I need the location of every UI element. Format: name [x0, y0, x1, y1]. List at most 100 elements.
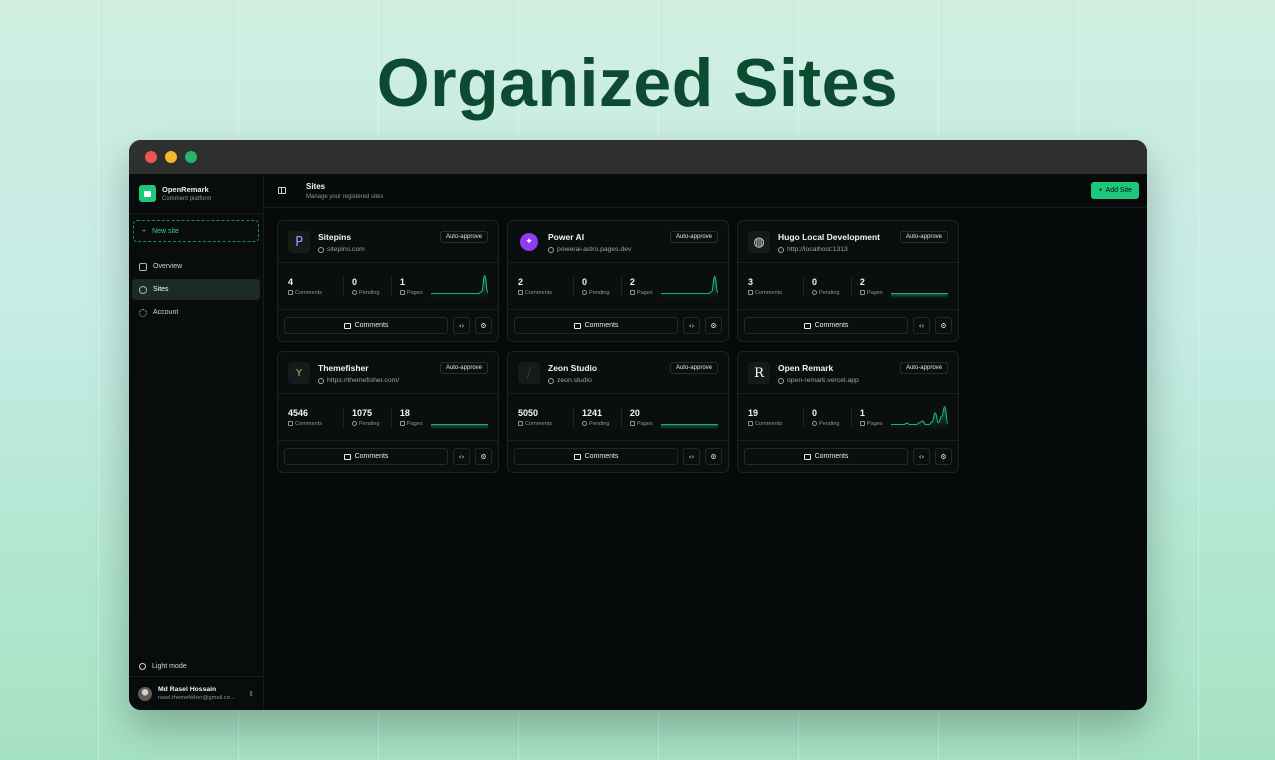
comments-button[interactable]: Comments — [514, 317, 678, 334]
site-name: Zeon Studio — [548, 363, 598, 373]
sidebar-item-label: Sites — [153, 286, 169, 293]
pages-count: 2 — [629, 276, 635, 287]
globe-icon — [778, 377, 784, 384]
embed-code-button[interactable]: ‹› — [913, 317, 930, 334]
brand-name: OpenRemark — [162, 185, 209, 194]
site-settings-button[interactable]: ⚙ — [475, 448, 492, 465]
comment-icon — [573, 322, 581, 329]
site-url: zeon.studio — [557, 377, 592, 384]
comment-icon — [803, 322, 811, 329]
pages-label: Pages — [406, 420, 423, 427]
site-url: http://localhost:1313 — [787, 246, 848, 253]
pages-label: Pages — [866, 420, 883, 427]
site-card: Y Themefisher https://themefisher.com/ A… — [277, 351, 499, 473]
site-name: Open Remark — [778, 363, 834, 373]
site-settings-button[interactable]: ⚙ — [705, 317, 722, 334]
activity-sparkline — [431, 275, 488, 299]
code-icon: ‹› — [918, 452, 925, 461]
sites-grid: P Sitepins sitepins.com Auto-approve 4 Co… — [277, 220, 959, 473]
comments-button[interactable]: Comments — [284, 317, 448, 334]
page-icon — [859, 290, 865, 295]
new-site-button[interactable]: + New site — [133, 220, 259, 242]
embed-code-button[interactable]: ‹› — [453, 317, 470, 334]
comment-icon — [518, 290, 523, 295]
pending-count: 1075 — [351, 407, 373, 418]
add-site-label: Add Site — [1105, 187, 1132, 194]
sidebar-item-label: Account — [153, 309, 179, 316]
embed-code-button[interactable]: ‹› — [913, 448, 930, 465]
comments-button[interactable]: Comments — [744, 317, 908, 334]
comment-icon — [748, 421, 753, 426]
brand[interactable]: OpenRemark Comment platform — [129, 174, 263, 214]
sidebar-item-account[interactable]: Account — [132, 302, 260, 323]
clock-icon — [351, 421, 357, 426]
auto-approve-badge: Auto-approve — [899, 362, 948, 374]
embed-code-button[interactable]: ‹› — [683, 448, 700, 465]
sidebar: OpenRemark Comment platform + New site O… — [129, 174, 264, 710]
site-settings-button[interactable]: ⚙ — [475, 317, 492, 334]
comments-count: 3 — [748, 276, 754, 287]
embed-code-button[interactable]: ‹› — [683, 317, 700, 334]
comments-button[interactable]: Comments — [744, 448, 908, 465]
pending-label: Pending — [818, 289, 840, 296]
comments-label: Comments — [295, 420, 323, 427]
pending-label: Pending — [358, 420, 380, 427]
auto-approve-badge: Auto-approve — [439, 362, 488, 374]
globe-icon — [778, 246, 784, 253]
main-content: Sites Manage your registered sites + Add… — [264, 174, 1147, 710]
pending-count: 0 — [811, 276, 817, 287]
gear-icon: ⚙ — [480, 452, 487, 461]
sparkline-line — [891, 406, 948, 426]
user-menu[interactable]: Md Rasel Hossain rasel.themefisher@gmail… — [129, 676, 263, 710]
sun-icon — [139, 663, 146, 670]
user-email: rasel.themefisher@gmail.co... — [158, 695, 235, 701]
sparkline-line — [431, 275, 488, 295]
site-url: https://themefisher.com/ — [327, 377, 400, 384]
close-window-button[interactable] — [145, 151, 157, 163]
minimize-window-button[interactable] — [165, 151, 177, 163]
chevron-up-down-icon: ⇕ — [248, 690, 254, 698]
auto-approve-badge: Auto-approve — [899, 231, 948, 243]
site-settings-button[interactable]: ⚙ — [935, 317, 952, 334]
sparkline-area — [661, 424, 718, 430]
maximize-window-button[interactable] — [185, 151, 197, 163]
globe-icon — [318, 377, 324, 384]
activity-sparkline — [661, 424, 718, 430]
pending-count: 0 — [351, 276, 357, 287]
sidebar-item-label: Overview — [153, 263, 183, 270]
site-settings-button[interactable]: ⚙ — [935, 448, 952, 465]
comments-button[interactable]: Comments — [284, 448, 448, 465]
comments-label: Comments — [525, 289, 553, 296]
brand-logo-icon — [139, 185, 156, 202]
pending-label: Pending — [818, 420, 840, 427]
page-icon — [859, 421, 865, 426]
light-mode-toggle[interactable]: Light mode — [139, 663, 187, 670]
site-url: sitepins.com — [327, 246, 365, 253]
pages-count: 20 — [629, 407, 640, 418]
add-site-button[interactable]: + Add Site — [1091, 182, 1139, 199]
comments-button-label: Comments — [354, 322, 389, 329]
user-name: Md Rasel Hossain — [158, 686, 217, 693]
sidebar-item-overview[interactable]: Overview — [132, 256, 260, 277]
pending-label: Pending — [358, 289, 380, 296]
page-subtitle: Manage your registered sites — [306, 193, 384, 200]
site-name: Themefisher — [318, 363, 369, 373]
comments-label: Comments — [755, 289, 783, 296]
sidebar-item-sites[interactable]: Sites — [132, 279, 260, 300]
embed-code-button[interactable]: ‹› — [453, 448, 470, 465]
site-logo-icon: ◍ — [748, 231, 770, 253]
site-name: Power AI — [548, 232, 585, 242]
site-settings-button[interactable]: ⚙ — [705, 448, 722, 465]
comments-label: Comments — [755, 420, 783, 427]
comments-button[interactable]: Comments — [514, 448, 678, 465]
comments-count: 4 — [288, 276, 294, 287]
pages-label: Pages — [636, 420, 653, 427]
code-icon: ‹› — [458, 452, 465, 461]
auto-approve-badge: Auto-approve — [669, 231, 718, 243]
sidebar-toggle-icon[interactable] — [278, 187, 286, 194]
site-logo-icon: R — [748, 362, 770, 384]
code-icon: ‹› — [458, 321, 465, 330]
pending-label: Pending — [588, 289, 610, 296]
pages-label: Pages — [406, 289, 423, 296]
comment-icon — [288, 421, 293, 426]
